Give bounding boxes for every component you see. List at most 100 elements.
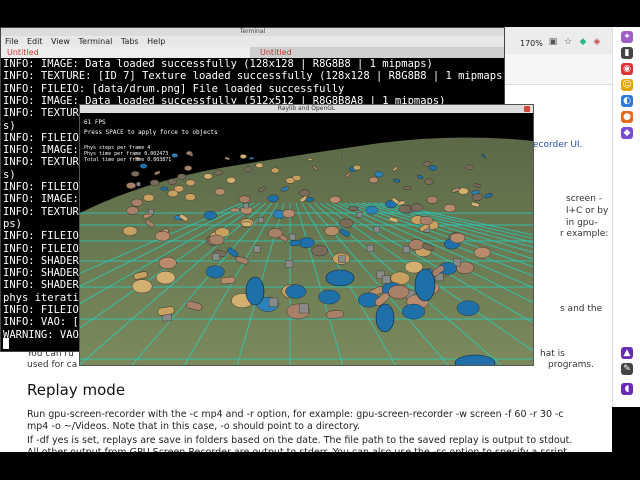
app-sidebar: ✦ ▮ ◉ ☺ ◐ ● ◆ ▲ ✎ ◖ <box>612 27 640 452</box>
terminal-line: INFO: FILEIO <box>3 242 79 255</box>
barrel <box>285 177 295 184</box>
raylib-title: Raylib and OpenGL <box>80 105 533 113</box>
terminal-tab[interactable]: Untitled <box>254 47 503 58</box>
barrel <box>423 161 432 167</box>
barrel <box>443 203 456 213</box>
section-heading: Replay mode <box>27 381 126 399</box>
text-fragment: used for ca <box>27 360 78 370</box>
barrel <box>426 195 438 204</box>
capsule <box>348 206 359 212</box>
barrel <box>238 195 251 204</box>
crate <box>338 255 346 263</box>
barrel <box>126 206 139 215</box>
extension-icon[interactable]: ◆ <box>578 37 588 47</box>
app-icon[interactable]: ✎ <box>621 363 633 375</box>
text-fragment: screen - <box>566 194 603 204</box>
barrel <box>339 218 354 228</box>
menu-terminal[interactable]: Terminal <box>79 37 113 46</box>
app-icon[interactable]: ◐ <box>621 95 633 107</box>
app-icon[interactable]: ✦ <box>621 31 633 43</box>
barrel <box>155 271 176 285</box>
barrel <box>369 176 379 184</box>
sidebar-footer <box>612 407 640 452</box>
barrel <box>126 182 136 189</box>
app-icon[interactable]: ☺ <box>621 79 633 91</box>
barrel <box>458 187 469 195</box>
capsule <box>289 239 302 246</box>
barrel <box>299 189 310 197</box>
bookmark-icon[interactable]: ☆ <box>563 37 573 47</box>
barrel <box>154 231 171 242</box>
barrel <box>131 279 153 294</box>
shield-icon[interactable]: ◈ <box>592 37 602 47</box>
barrel <box>324 226 340 236</box>
menu-help[interactable]: Help <box>147 37 165 46</box>
barrel <box>203 173 213 180</box>
crate <box>382 275 391 284</box>
crate <box>373 226 380 233</box>
barrel <box>325 269 355 287</box>
barrel <box>149 179 160 187</box>
paragraph: Run gpu-screen-recorder with the -c mp4 … <box>27 409 564 432</box>
text-fragment: hat is <box>540 349 565 359</box>
barrel <box>282 209 296 218</box>
barrel <box>410 203 423 212</box>
link-fragment[interactable]: ecorder UI. <box>533 140 582 150</box>
app-icon[interactable]: ● <box>621 111 633 123</box>
crate <box>366 244 374 252</box>
barrel <box>329 195 341 204</box>
app-icon[interactable]: ◖ <box>621 383 633 395</box>
scene-viewport[interactable]: 61 FPS Press SPACE to apply force to obj… <box>80 113 533 365</box>
barrel <box>365 205 379 215</box>
menu-tabs[interactable]: Tabs <box>121 37 139 46</box>
terminal-line: INFO: FILEIO <box>3 131 79 144</box>
crate <box>268 297 279 307</box>
app-icon[interactable]: ▲ <box>621 347 633 359</box>
app-icon[interactable]: ▮ <box>621 47 633 59</box>
capsule <box>326 310 344 319</box>
barrel <box>267 228 283 239</box>
app-icon[interactable]: ◆ <box>621 127 633 139</box>
capsule <box>403 186 411 191</box>
capsule <box>305 197 314 202</box>
barrel <box>255 162 264 168</box>
menu-view[interactable]: View <box>51 37 70 46</box>
fps-counter: 61 FPS <box>84 119 106 126</box>
crate <box>356 212 363 218</box>
barrel <box>177 173 187 180</box>
terminal-line: INFO: FILEIO <box>3 181 79 193</box>
capsule <box>230 207 240 213</box>
screenshot-icon[interactable]: ▣ <box>548 37 558 47</box>
menu-edit[interactable]: Edit <box>27 37 43 46</box>
close-icon[interactable] <box>524 106 530 112</box>
barrel <box>311 245 329 257</box>
terminal-tab[interactable]: Untitled <box>1 47 250 58</box>
barrel <box>285 284 307 299</box>
crate <box>189 153 193 157</box>
barrel <box>158 256 177 270</box>
zoom-level[interactable]: 170% <box>520 39 543 48</box>
barrel <box>203 211 217 220</box>
menu-file[interactable]: File <box>5 37 18 46</box>
crate <box>148 209 154 215</box>
terminal-line: INFO: IMAGE: <box>3 144 79 157</box>
barrel <box>456 300 480 316</box>
barrel <box>318 289 340 305</box>
terminal-cursor <box>3 338 9 349</box>
barrel <box>171 153 179 158</box>
terminal-line: s) <box>3 168 16 181</box>
raylib-window[interactable]: Raylib and OpenGL 61 FPS Press SPACE to … <box>79 104 534 366</box>
barrel <box>401 303 425 320</box>
capsule <box>241 221 252 227</box>
barrel <box>214 188 226 196</box>
terminal-line: phys iteratio <box>3 291 86 304</box>
barrel <box>424 178 434 185</box>
crate <box>258 217 264 224</box>
total-time: Total time per frame 0.003871 <box>84 157 172 163</box>
capsule <box>248 156 255 160</box>
terminal-line: INFO: TEXTUR <box>3 156 79 169</box>
terminal-line: INFO: SHADER <box>3 254 79 267</box>
terminal-menu-bar: File Edit View Terminal Tabs Help <box>1 36 504 47</box>
barrel <box>419 215 434 226</box>
app-icon[interactable]: ◉ <box>621 63 633 75</box>
